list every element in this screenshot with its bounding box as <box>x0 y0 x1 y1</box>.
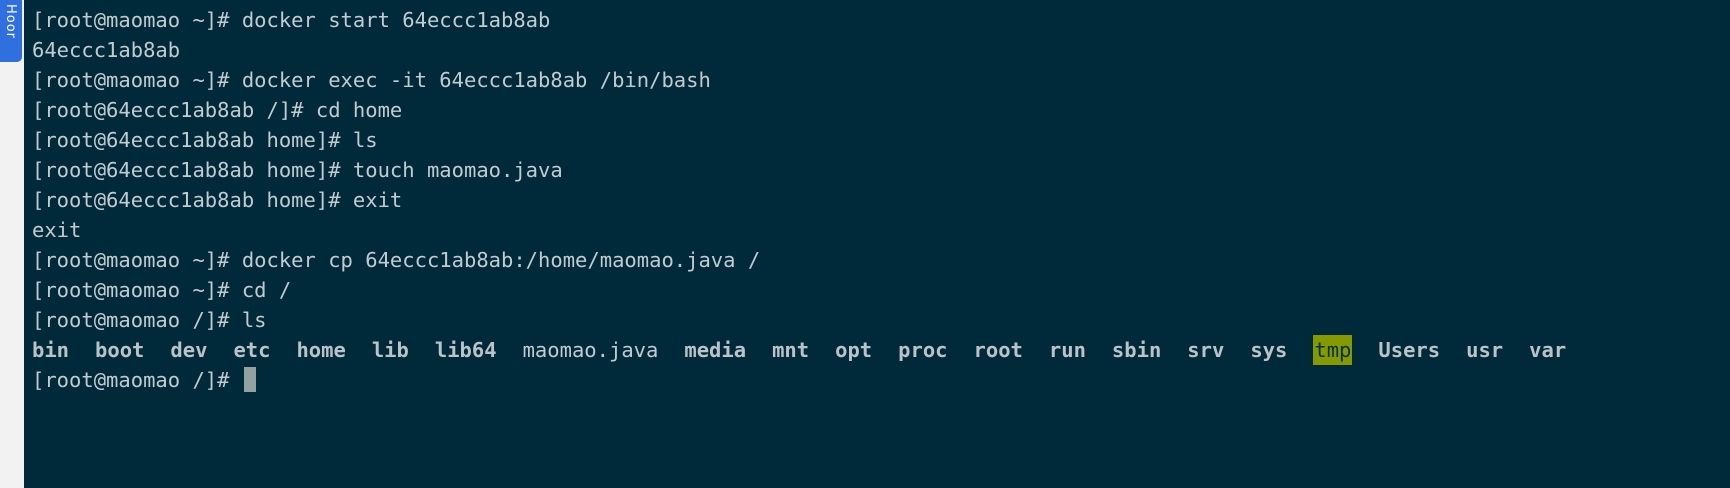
side-tab[interactable]: Hoor <box>0 0 22 62</box>
ls-entry-sticky-dir: tmp <box>1313 335 1353 365</box>
ls-entry: boot <box>95 338 145 362</box>
ls-entry-file: maomao.java <box>522 338 659 362</box>
terminal-line: [root@maomao /]# ls <box>32 308 267 332</box>
ls-entry: media <box>684 338 747 362</box>
ls-entry: var <box>1529 338 1567 362</box>
ls-entry: proc <box>898 338 948 362</box>
terminal-prompt: [root@maomao /]# <box>32 368 242 392</box>
terminal-window: Hoor [root@maomao ~]# docker start 64ecc… <box>0 0 1730 488</box>
terminal-output[interactable]: [root@maomao ~]# docker start 64eccc1ab8… <box>24 0 1730 488</box>
ls-entry: dev <box>170 338 208 362</box>
terminal-line: [root@64eccc1ab8ab home]# exit <box>32 188 403 212</box>
terminal-cursor <box>243 367 256 392</box>
ls-entry: usr <box>1466 338 1504 362</box>
terminal-line: [root@64eccc1ab8ab home]# ls <box>32 128 378 152</box>
terminal-lines: [root@maomao ~]# docker start 64eccc1ab8… <box>32 5 1730 395</box>
terminal-prompt-line[interactable]: [root@maomao /]# <box>32 365 1730 395</box>
ls-entry: sbin <box>1111 338 1162 362</box>
ls-output: bin boot dev etc home lib lib64 maomao.j… <box>32 335 1730 365</box>
ls-entry: mnt <box>772 338 810 362</box>
terminal-line: 64eccc1ab8ab <box>32 38 181 62</box>
ls-entry: home <box>296 338 346 362</box>
ls-entry: etc <box>233 338 271 362</box>
ls-entry: run <box>1048 338 1086 362</box>
side-tab-label: Hoor <box>3 4 18 40</box>
left-edge-panel: Hoor <box>0 0 25 488</box>
terminal-line: [root@64eccc1ab8ab /]# cd home <box>32 98 403 122</box>
terminal-line: exit <box>32 218 82 242</box>
terminal-line: [root@maomao ~]# cd / <box>32 278 292 302</box>
terminal-line: [root@maomao ~]# docker cp 64eccc1ab8ab:… <box>32 248 761 272</box>
terminal-line: [root@64eccc1ab8ab home]# touch maomao.j… <box>32 158 563 182</box>
ls-entry: bin <box>32 338 70 362</box>
terminal-line: [root@maomao ~]# docker start 64eccc1ab8… <box>32 8 551 32</box>
ls-entry: opt <box>835 338 873 362</box>
ls-entry: Users <box>1378 338 1441 362</box>
ls-entry: sys <box>1250 338 1288 362</box>
ls-entry: lib <box>371 338 409 362</box>
ls-entry: srv <box>1187 338 1225 362</box>
terminal-line: [root@maomao ~]# docker exec -it 64eccc1… <box>32 68 711 92</box>
ls-entry: root <box>973 338 1023 362</box>
ls-entry: lib64 <box>434 338 497 362</box>
